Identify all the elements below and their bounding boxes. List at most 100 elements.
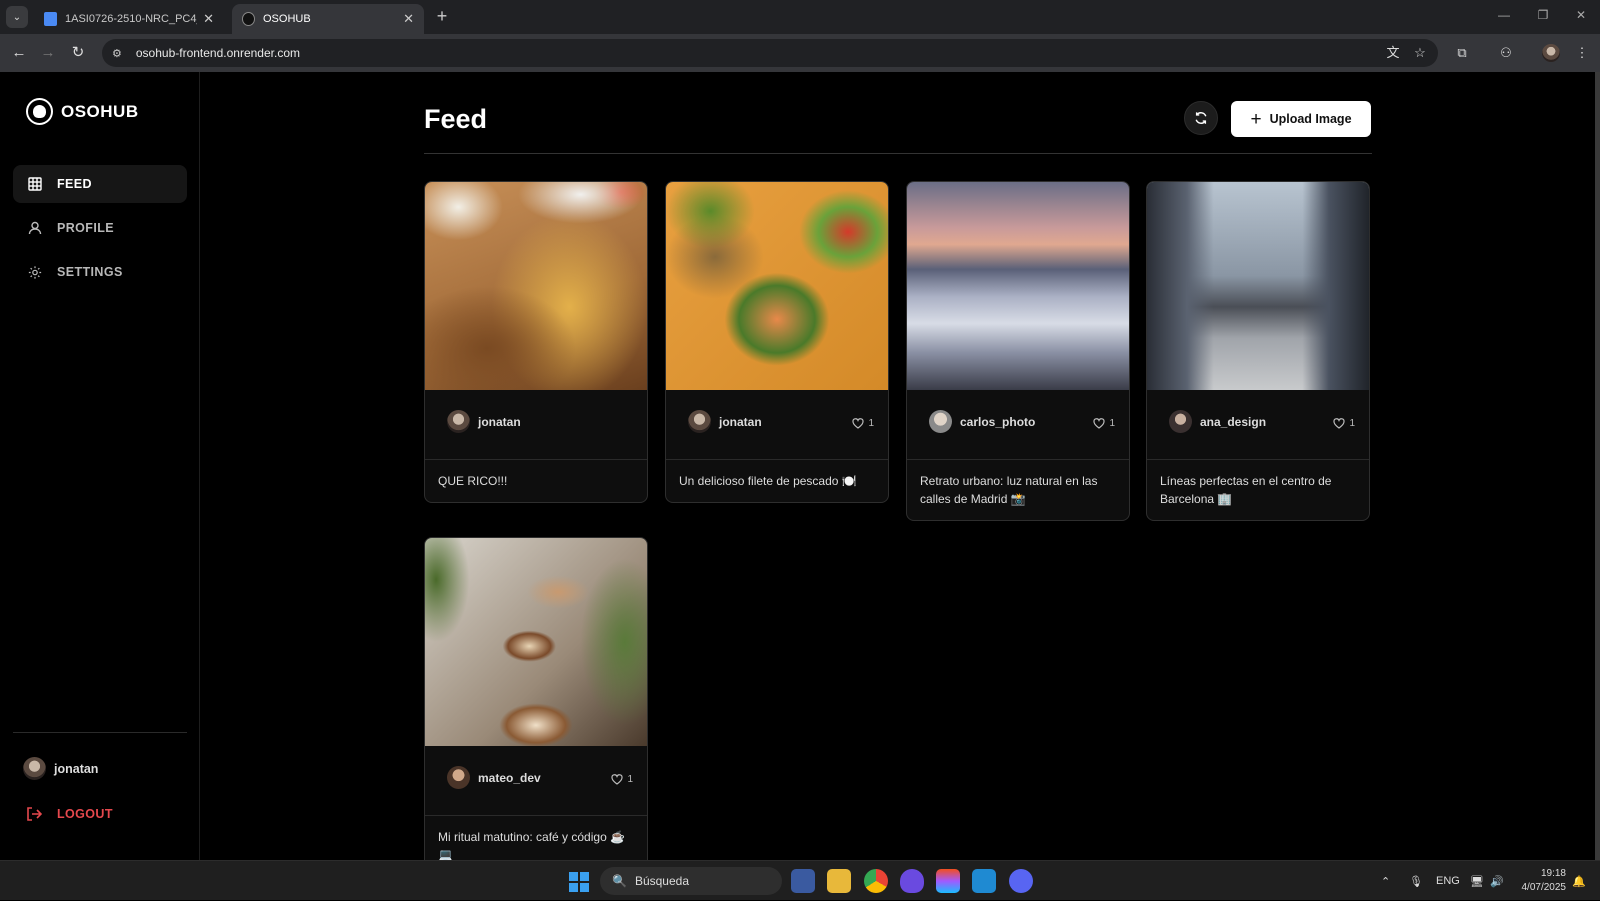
post-image[interactable]: [425, 182, 647, 390]
restore-icon[interactable]: ❐: [1533, 8, 1553, 22]
logout-icon: [27, 807, 42, 821]
taskbar-search[interactable]: 🔍 Búsqueda: [600, 867, 782, 895]
upload-image-button[interactable]: + Upload Image: [1231, 101, 1371, 137]
osohub-favicon-icon: [242, 12, 255, 26]
extensions-icon[interactable]: ⧉: [1452, 43, 1472, 63]
gear-icon: [28, 265, 42, 279]
tab-search-dropdown-icon[interactable]: ⌄: [6, 6, 28, 28]
forward-icon[interactable]: →: [37, 42, 59, 64]
post-card[interactable]: ana_design 1 Líneas perfectas en el cent…: [1146, 181, 1370, 521]
post-caption: Retrato urbano: luz natural en las calle…: [920, 474, 1098, 506]
reload-icon[interactable]: ↻: [67, 42, 89, 64]
header-divider: [424, 153, 1372, 154]
like-button[interactable]: 1: [1093, 418, 1115, 429]
logout-button[interactable]: LOGOUT: [26, 806, 113, 822]
tray-chevron-icon[interactable]: ⌃: [1381, 861, 1390, 901]
notifications-icon[interactable]: 🔔: [1572, 861, 1586, 901]
sidebar: OSOHUB FEED PROFILE SETTINGS jonatan LOG…: [0, 72, 200, 860]
post-image[interactable]: [907, 182, 1129, 390]
search-icon: 🔍: [612, 874, 627, 888]
network-icon[interactable]: 🖥: [1470, 861, 1484, 901]
windows-start-icon[interactable]: [569, 872, 589, 892]
like-count: 1: [1349, 418, 1355, 429]
grid-icon: [28, 177, 42, 191]
like-count: 1: [627, 774, 633, 785]
logout-label: LOGOUT: [57, 807, 113, 821]
post-username[interactable]: mateo_dev: [478, 771, 541, 785]
vscode-icon[interactable]: [972, 869, 996, 893]
post-caption: QUE RICO!!!: [438, 474, 508, 488]
post-username[interactable]: jonatan: [719, 415, 762, 429]
tab-title: OSOHUB: [263, 13, 311, 25]
address-bar[interactable]: ⚙ osohub-frontend.onrender.com: [102, 39, 1438, 67]
taskbar: 🔍 Búsqueda ⌃ 🎙 ENG 🖥 🔊 19:18 4/07/2025 🔔: [0, 860, 1600, 900]
clock[interactable]: 19:18 4/07/2025: [1516, 867, 1567, 895]
back-icon[interactable]: ←: [8, 42, 30, 64]
like-button[interactable]: 1: [611, 774, 633, 785]
browser-tab-active[interactable]: OSOHUB ✕: [232, 4, 424, 34]
avatar: [447, 410, 470, 433]
figma-icon[interactable]: [936, 869, 960, 893]
divider: [13, 732, 187, 733]
sidebar-item-label: FEED: [57, 177, 92, 191]
tab-title: 1ASI0726-2510-NRC_PC4_Infor: [65, 13, 197, 25]
post-username[interactable]: jonatan: [478, 415, 521, 429]
post-caption: Un delicioso filete de pescado 🍽️: [679, 474, 857, 488]
close-tab-icon[interactable]: ✕: [403, 11, 414, 27]
microphone-icon[interactable]: 🎙: [1409, 861, 1423, 901]
bear-logo-icon: [26, 98, 53, 125]
heart-icon: [1093, 418, 1106, 429]
post-image[interactable]: [666, 182, 888, 390]
main-content: Feed + Upload Image jonatan QUE RICO!!! …: [200, 72, 1600, 877]
language-indicator[interactable]: ENG: [1436, 861, 1460, 901]
upload-label: Upload Image: [1269, 112, 1352, 126]
post-image[interactable]: [425, 538, 647, 746]
heart-icon: [852, 418, 865, 429]
avatar: [688, 410, 711, 433]
discord-icon[interactable]: [1009, 869, 1033, 893]
post-card[interactable]: mateo_dev 1 Mi ritual matutino: café y c…: [424, 537, 648, 877]
site-info-icon[interactable]: ⚙: [112, 47, 122, 60]
taskbar-app-icon[interactable]: [791, 869, 815, 893]
post-caption: Líneas perfectas en el centro de Barcelo…: [1160, 474, 1332, 506]
close-tab-icon[interactable]: ✕: [203, 11, 214, 27]
new-tab-icon[interactable]: +: [432, 6, 452, 28]
taskbar-search-label: Búsqueda: [634, 874, 689, 888]
minimize-icon[interactable]: —: [1494, 8, 1514, 22]
post-meta: jonatan: [425, 390, 647, 460]
user-icon: [28, 221, 42, 235]
sidebar-item-feed[interactable]: FEED: [13, 165, 187, 203]
menu-kebab-icon[interactable]: ⋮: [1572, 43, 1592, 63]
incognito-icon[interactable]: ⚇: [1496, 43, 1516, 63]
post-username[interactable]: ana_design: [1200, 415, 1266, 429]
bookmark-star-icon[interactable]: ☆: [1410, 43, 1430, 63]
heart-icon: [1333, 418, 1346, 429]
scrollbar[interactable]: [1595, 72, 1600, 860]
post-username[interactable]: carlos_photo: [960, 415, 1035, 429]
post-meta: jonatan 1: [666, 390, 888, 460]
sidebar-item-profile[interactable]: PROFILE: [13, 209, 187, 247]
app-icon[interactable]: [900, 869, 924, 893]
like-button[interactable]: 1: [1333, 418, 1355, 429]
sidebar-item-settings[interactable]: SETTINGS: [13, 253, 187, 291]
profile-avatar-icon[interactable]: [1542, 44, 1560, 62]
heart-icon: [611, 774, 624, 785]
plus-icon: +: [1250, 108, 1262, 130]
post-image[interactable]: [1147, 182, 1369, 390]
volume-icon[interactable]: 🔊: [1490, 861, 1504, 901]
refresh-button[interactable]: [1184, 101, 1218, 135]
post-card[interactable]: jonatan 1 Un delicioso filete de pescado…: [665, 181, 889, 503]
post-card[interactable]: jonatan QUE RICO!!!: [424, 181, 648, 503]
post-card[interactable]: carlos_photo 1 Retrato urbano: luz natur…: [906, 181, 1130, 521]
translate-icon[interactable]: 文: [1383, 43, 1403, 63]
file-explorer-icon[interactable]: [827, 869, 851, 893]
close-window-icon[interactable]: ✕: [1571, 8, 1591, 22]
current-user[interactable]: jonatan: [23, 757, 98, 780]
logo[interactable]: OSOHUB: [26, 98, 139, 125]
clock-time: 19:18: [1540, 868, 1566, 879]
current-user-name: jonatan: [54, 761, 99, 776]
url-text: osohub-frontend.onrender.com: [135, 46, 300, 60]
browser-tab[interactable]: 1ASI0726-2510-NRC_PC4_Infor ✕: [34, 4, 224, 34]
like-button[interactable]: 1: [852, 418, 874, 429]
chrome-icon[interactable]: [864, 869, 888, 893]
